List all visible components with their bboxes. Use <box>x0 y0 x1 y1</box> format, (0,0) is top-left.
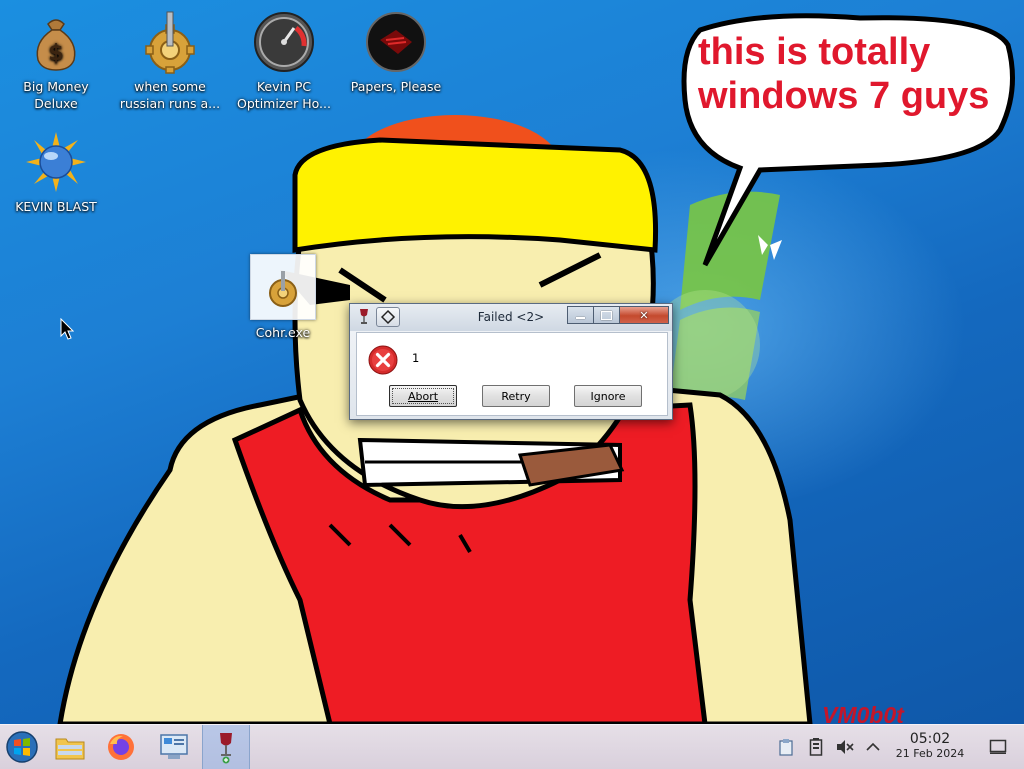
ignore-button-label: Ignore <box>590 389 626 403</box>
money-bag-icon: $ <box>36 19 76 71</box>
maximize-button[interactable] <box>594 306 620 324</box>
desktop-icon-when-some-russian[interactable]: when some russian runs a... <box>114 10 226 112</box>
desktop: this is totally windows 7 guys VM0b0t $ … <box>0 0 1024 724</box>
minimize-icon <box>576 317 585 319</box>
watermark: VM0b0t <box>822 702 904 724</box>
desktop-icon-kevin-pc-optimizer[interactable]: Kevin PC Optimizer Ho... <box>228 10 340 112</box>
retry-button-label: Retry <box>501 389 531 403</box>
speech-bubble-text: this is totally windows 7 guys <box>698 31 990 117</box>
tray-volume[interactable] <box>835 737 855 757</box>
desktop-icon-label: Kevin PC Optimizer Ho... <box>237 79 331 111</box>
desktop-icon-label: Big Money Deluxe <box>23 79 89 111</box>
desktop-icon-papers-please[interactable]: Papers, Please <box>340 10 452 95</box>
desktop-icon-label: Papers, Please <box>350 79 442 94</box>
desktop-icon-label: KEVIN BLAST <box>15 199 97 214</box>
firefox-icon <box>108 734 134 760</box>
maximize-icon <box>601 310 612 320</box>
taskbar: 05:02 21 Feb 2024 <box>0 724 1024 769</box>
taskbar-wine-app[interactable] <box>202 725 250 769</box>
battery-icon <box>809 738 823 756</box>
taskbar-control-panel[interactable] <box>152 725 196 769</box>
tray-clipboard[interactable] <box>776 737 796 757</box>
desktop-icon-cohr-exe[interactable]: Cohr.exe <box>227 254 339 341</box>
control-panel-icon <box>160 734 188 759</box>
minimize-button[interactable] <box>567 306 594 324</box>
abort-button-label: Abort <box>407 389 439 403</box>
taskbar-firefox[interactable] <box>99 725 143 769</box>
abort-button[interactable]: Abort <box>389 385 457 407</box>
desktop-icon-big-money-deluxe[interactable]: $ Big Money Deluxe <box>0 10 112 112</box>
gear-icon <box>250 254 316 320</box>
gear-icon <box>145 11 195 74</box>
taskbar-file-manager[interactable] <box>48 725 92 769</box>
show-desktop-button[interactable] <box>988 737 1008 757</box>
error-dialog: Failed <2> ✕ 1 Abort Retry Ignore <box>349 303 673 420</box>
error-icon <box>368 345 398 375</box>
speedometer-icon <box>254 12 314 72</box>
close-button[interactable]: ✕ <box>620 306 669 324</box>
desktop-icon-label: Cohr.exe <box>255 325 311 340</box>
dialog-titlebar[interactable]: Failed <2> ✕ <box>350 304 672 331</box>
start-orb-icon <box>6 731 38 763</box>
show-desktop-icon <box>989 739 1007 754</box>
svg-text:$: $ <box>48 41 63 66</box>
ignore-button[interactable]: Ignore <box>574 385 642 407</box>
papers-please-icon <box>366 12 426 72</box>
clock-date: 21 Feb 2024 <box>895 747 965 760</box>
start-button[interactable] <box>0 725 44 769</box>
retry-button[interactable]: Retry <box>482 385 550 407</box>
desktop-icon-label: when some russian runs a... <box>119 79 221 111</box>
dialog-message: 1 <box>412 351 420 365</box>
tray-battery[interactable] <box>806 737 826 757</box>
clipboard-icon <box>779 739 793 756</box>
clock-time: 05:02 <box>909 731 951 747</box>
wine-app-icon <box>220 733 232 764</box>
dialog-content: 1 Abort Retry Ignore <box>356 332 668 416</box>
desktop-icon-kevin-blast[interactable]: KEVIN BLAST <box>0 130 112 215</box>
close-icon: ✕ <box>639 308 649 322</box>
clock[interactable]: 05:02 21 Feb 2024 <box>880 731 980 761</box>
chevron-up-icon <box>866 742 880 751</box>
file-manager-icon <box>55 738 85 760</box>
speaker-muted-icon <box>837 740 854 754</box>
sun-globe-icon <box>26 132 86 192</box>
mouse-cursor-icon <box>60 318 74 340</box>
